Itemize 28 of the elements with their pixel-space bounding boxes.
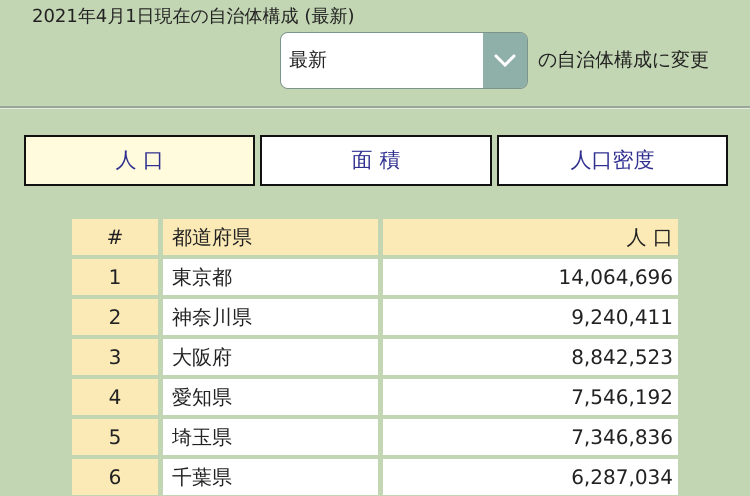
- column-header: 人 口: [383, 219, 678, 255]
- table-cell: 4: [72, 379, 158, 415]
- table-cell: 大阪府: [163, 339, 378, 375]
- table-cell: 埼玉県: [163, 419, 378, 455]
- column-header: #: [72, 219, 158, 255]
- tab[interactable]: 面 積: [260, 135, 492, 186]
- table-cell: 愛知県: [163, 379, 378, 415]
- table-cell: 6,287,034: [383, 459, 678, 495]
- select-suffix: の自治体構成に変更: [538, 48, 709, 74]
- tab[interactable]: 人 口: [24, 135, 256, 186]
- table-cell: 東京都: [163, 259, 378, 295]
- tab[interactable]: 人口密度: [496, 135, 728, 186]
- chevron-down-icon: [494, 54, 516, 68]
- table-cell: 1: [72, 259, 158, 295]
- table-cell: 千葉県: [163, 459, 378, 495]
- table-cell: 7,546,192: [383, 379, 678, 415]
- table-cell: 9,240,411: [383, 299, 678, 335]
- column-header: 都道府県: [163, 219, 378, 255]
- table-cell: 3: [72, 339, 158, 375]
- page-heading: 2021年4月1日現在の自治体構成 (最新): [32, 6, 354, 27]
- table-cell: 6: [72, 459, 158, 495]
- table-cell: 2: [72, 299, 158, 335]
- table-cell: 5: [72, 419, 158, 455]
- version-select[interactable]: 最新: [280, 32, 528, 89]
- table-cell: 7,346,836: [383, 419, 678, 455]
- table-cell: 8,842,523: [383, 339, 678, 375]
- table-cell: 神奈川県: [163, 299, 378, 335]
- table-cell: 14,064,696: [383, 259, 678, 295]
